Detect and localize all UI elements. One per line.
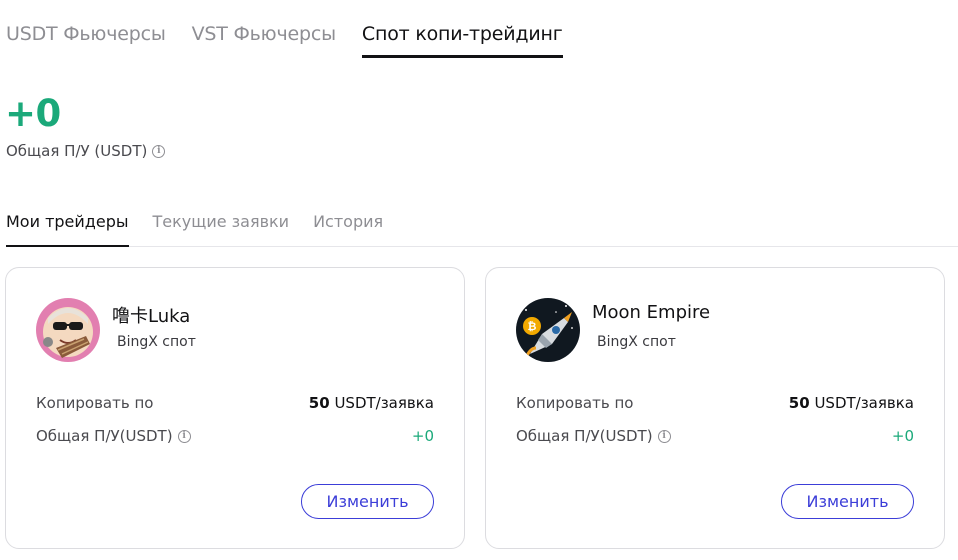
avatar-cartoon-icon <box>36 298 100 362</box>
trader-pnl-value: +0 <box>891 427 914 445</box>
trader-card: 噜卡Luka BingX спот Копировать по 50 USDT/… <box>5 267 465 549</box>
info-icon[interactable]: i <box>152 144 166 158</box>
tab-history[interactable]: История <box>313 210 383 246</box>
trader-pnl-row: Общая П/У(USDT) i +0 <box>516 427 914 445</box>
total-pnl-value: +0 <box>5 92 61 135</box>
copy-amount-number: 50 <box>788 394 810 412</box>
copy-amount-unit: USDT/заявка <box>809 394 914 412</box>
trader-pnl-label-wrap: Общая П/У(USDT) i <box>516 427 671 445</box>
trader-name[interactable]: 噜卡Luka <box>112 302 190 328</box>
tab-usdt-futures[interactable]: USDT Фьючерсы <box>6 20 166 58</box>
trader-pnl-label-wrap: Общая П/У(USDT) i <box>36 427 191 445</box>
market-tabs: USDT Фьючерсы VST Фьючерсы Спот копи-тре… <box>6 20 589 58</box>
trader-avatar[interactable]: ₿ <box>516 298 580 362</box>
trader-platform: BingX спот <box>597 334 676 350</box>
info-icon[interactable]: i <box>177 429 191 443</box>
trader-name[interactable]: Moon Empire <box>592 302 710 323</box>
copy-amount-label: Копировать по <box>516 394 634 412</box>
trader-pnl-value: +0 <box>411 427 434 445</box>
tab-vst-futures[interactable]: VST Фьючерсы <box>192 20 336 58</box>
edit-button[interactable]: Изменить <box>301 484 434 519</box>
tab-current-orders[interactable]: Текущие заявки <box>153 210 290 246</box>
copy-amount-unit: USDT/заявка <box>329 394 434 412</box>
copy-amount-row: Копировать по 50 USDT/заявка <box>516 394 914 412</box>
copy-amount-value: 50 USDT/заявка <box>309 394 434 412</box>
trader-platform: BingX спот <box>117 334 196 350</box>
edit-button[interactable]: Изменить <box>781 484 914 519</box>
info-icon[interactable]: i <box>657 429 671 443</box>
copy-amount-value: 50 USDT/заявка <box>789 394 914 412</box>
copy-amount-row: Копировать по 50 USDT/заявка <box>36 394 434 412</box>
total-pnl-label: Общая П/У (USDT) <box>6 142 148 160</box>
copy-amount-number: 50 <box>308 394 330 412</box>
section-tabs: Мои трейдеры Текущие заявки История <box>6 210 958 247</box>
copy-trading-page: USDT Фьючерсы VST Фьючерсы Спот копи-тре… <box>0 0 958 560</box>
copy-amount-label: Копировать по <box>36 394 154 412</box>
avatar-bitcoin-rocket-icon: ₿ <box>516 298 580 362</box>
trader-pnl-row: Общая П/У(USDT) i +0 <box>36 427 434 445</box>
total-pnl-label-row: Общая П/У (USDT) i <box>6 142 166 160</box>
trader-pnl-label: Общая П/У(USDT) <box>36 427 173 445</box>
trader-card: ₿ Moon Empire BingX спот Копировать по 5… <box>485 267 945 549</box>
tab-spot-copy-trading[interactable]: Спот копи-трейдинг <box>361 20 563 58</box>
trader-pnl-label: Общая П/У(USDT) <box>516 427 653 445</box>
tab-my-traders[interactable]: Мои трейдеры <box>6 210 129 247</box>
svg-text:₿: ₿ <box>528 320 537 333</box>
trader-avatar[interactable] <box>36 298 100 362</box>
